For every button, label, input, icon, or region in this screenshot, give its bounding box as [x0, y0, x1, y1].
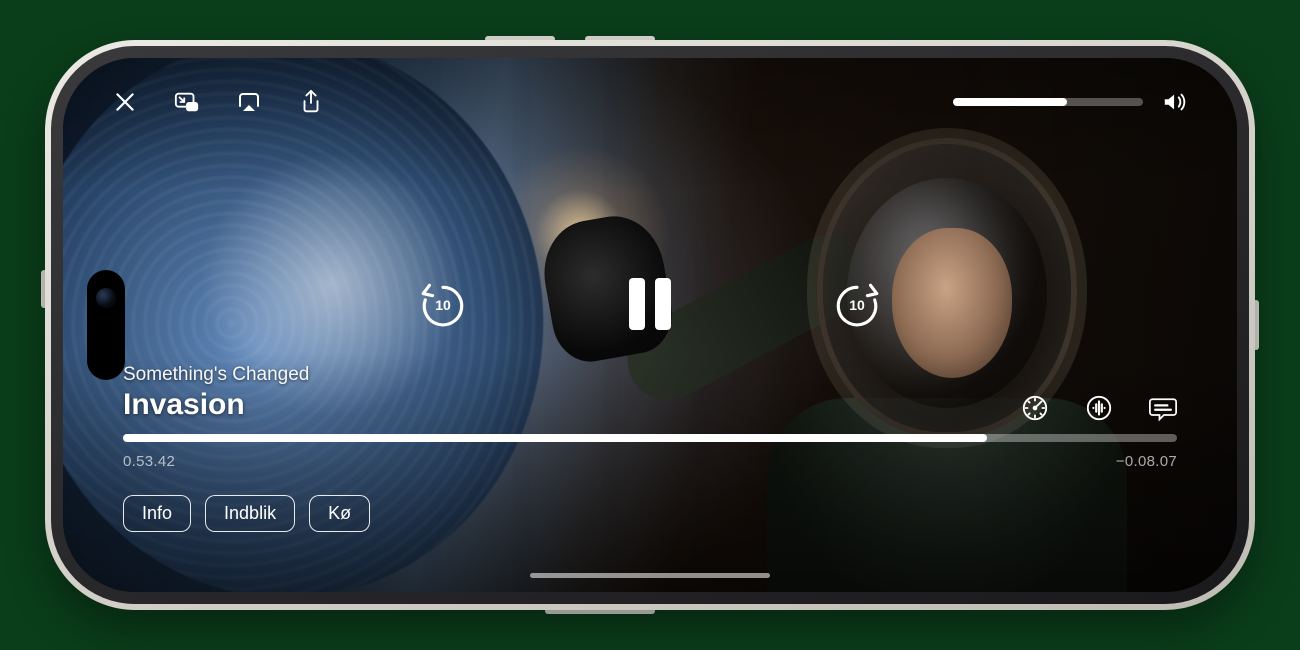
video-player-overlay: 10 10 Something's Changed: [63, 58, 1237, 592]
skip-forward-button[interactable]: 10: [831, 278, 883, 330]
subtitles-button[interactable]: [1149, 394, 1177, 422]
meta-row: Something's Changed Invasion: [123, 364, 1177, 422]
bottom-tabs: Info Indblik Kø: [123, 495, 370, 532]
share-button[interactable]: [297, 88, 325, 116]
skip-forward-seconds: 10: [849, 297, 865, 313]
subtitles-icon: [1149, 393, 1177, 423]
audio-track-icon: [1085, 393, 1113, 423]
skip-back-button[interactable]: 10: [417, 278, 469, 330]
pause-button[interactable]: [629, 278, 671, 330]
top-left-controls: [111, 88, 325, 116]
playback-speed-icon: [1021, 393, 1049, 423]
top-right-controls: [953, 88, 1189, 116]
volume-fill: [953, 98, 1067, 106]
show-title: Invasion: [123, 388, 309, 422]
close-icon: [112, 89, 138, 115]
screen: 10 10 Something's Changed: [63, 58, 1237, 592]
pause-icon: [629, 278, 645, 330]
home-indicator[interactable]: [530, 573, 770, 578]
audio-track-button[interactable]: [1085, 394, 1113, 422]
skip-back-seconds: 10: [435, 297, 451, 313]
tab-insight[interactable]: Indblik: [205, 495, 295, 532]
transport-controls: 10 10: [63, 278, 1237, 330]
iphone-device-frame: 10 10 Something's Changed: [45, 40, 1255, 610]
volume-icon: [1162, 89, 1188, 115]
volume-slider[interactable]: [953, 98, 1143, 106]
scrubber-fill: [123, 434, 987, 442]
meta-right-controls: [1021, 394, 1177, 422]
tab-queue[interactable]: Kø: [309, 495, 370, 532]
picture-in-picture-icon: [174, 89, 200, 115]
title-block: Something's Changed Invasion: [123, 364, 309, 422]
playback-speed-button[interactable]: [1021, 394, 1049, 422]
time-remaining: −0.08.07: [1116, 453, 1177, 470]
share-icon: [298, 89, 324, 115]
pause-icon: [655, 278, 671, 330]
episode-title: Something's Changed: [123, 364, 309, 386]
tab-info[interactable]: Info: [123, 495, 191, 532]
airplay-button[interactable]: [235, 88, 263, 116]
top-bar: [111, 88, 1189, 116]
close-button[interactable]: [111, 88, 139, 116]
picture-in-picture-button[interactable]: [173, 88, 201, 116]
airplay-icon: [236, 89, 262, 115]
time-labels: 0.53.42 −0.08.07: [123, 453, 1177, 470]
volume-button[interactable]: [1161, 88, 1189, 116]
scrubber[interactable]: [123, 434, 1177, 442]
time-elapsed: 0.53.42: [123, 453, 175, 470]
